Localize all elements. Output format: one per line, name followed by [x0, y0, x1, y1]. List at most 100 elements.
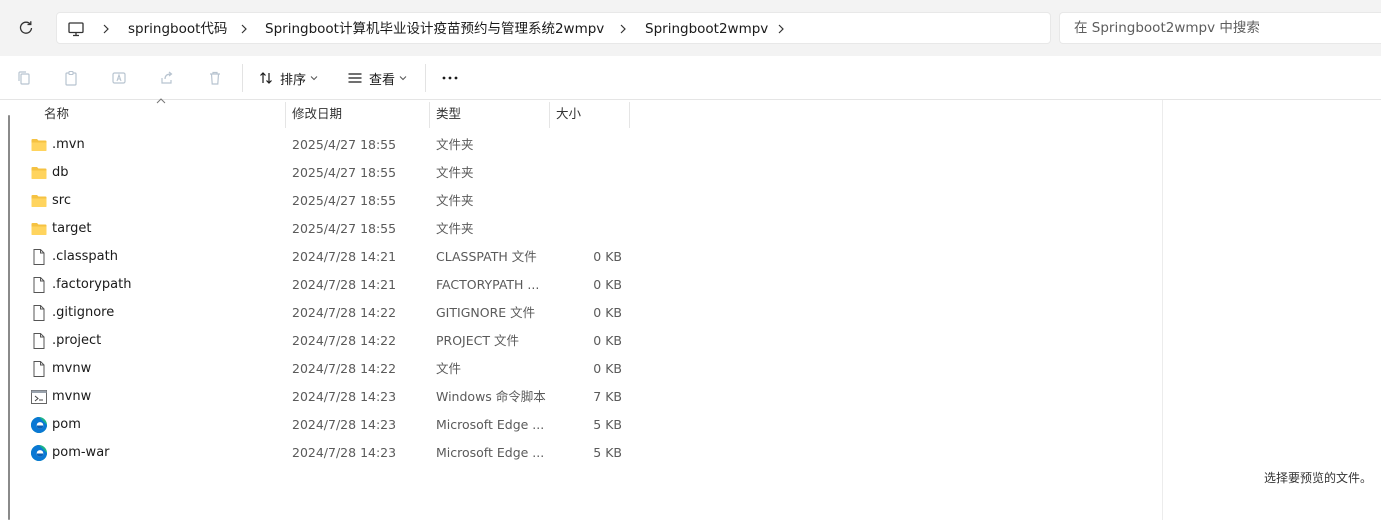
file-size: 5 KB	[593, 445, 622, 460]
edge-icon	[30, 416, 48, 434]
file-date: 2024/7/28 14:21	[292, 277, 397, 292]
sort-button[interactable]: 排序	[258, 66, 318, 90]
file-icon	[30, 332, 48, 350]
file-name: mvnw	[52, 361, 92, 376]
copy-button[interactable]	[14, 68, 34, 88]
file-type: 文件	[436, 361, 462, 376]
file-date: 2024/7/28 14:21	[292, 249, 397, 264]
file-size: 0 KB	[593, 249, 622, 264]
address-bar-area: springboot代码 Springboot计算机毕业设计疫苗预约与管理系统2…	[0, 0, 1381, 56]
computer-icon	[68, 22, 84, 37]
file-row[interactable]: src 2025/4/27 18:55 文件夹	[22, 187, 1142, 215]
file-date: 2024/7/28 14:23	[292, 417, 397, 432]
breadcrumb-item[interactable]: Springboot2wmpv	[645, 13, 768, 45]
paste-button[interactable]	[61, 68, 81, 88]
file-icon	[30, 360, 48, 378]
file-row[interactable]: pom-war 2024/7/28 14:23 Microsoft Edge ...…	[22, 439, 1142, 467]
folder-icon	[30, 192, 48, 210]
share-button[interactable]	[157, 68, 177, 88]
view-list-icon	[348, 73, 362, 83]
file-name: db	[52, 165, 69, 180]
file-size: 0 KB	[593, 305, 622, 320]
file-icon	[30, 248, 48, 266]
file-row[interactable]: mvnw 2024/7/28 14:23 Windows 命令脚本 7 KB	[22, 383, 1142, 411]
file-type: GITIGNORE 文件	[436, 305, 536, 320]
file-row[interactable]: .gitignore 2024/7/28 14:22 GITIGNORE 文件 0 K…	[22, 299, 1142, 327]
breadcrumb-item[interactable]: Springboot计算机毕业设计疫苗预约与管理系统2wmpv	[265, 13, 604, 45]
file-icon	[30, 276, 48, 294]
file-type: 文件夹	[436, 221, 474, 236]
trash-icon	[210, 71, 220, 85]
column-header-name[interactable]: 名称	[44, 100, 69, 128]
toolbar-divider	[242, 64, 243, 92]
folder-icon	[30, 220, 48, 238]
view-label: 查看	[369, 72, 396, 88]
file-name: .classpath	[52, 249, 118, 264]
file-date: 2024/7/28 14:22	[292, 305, 397, 320]
file-name: .project	[52, 333, 102, 348]
file-date: 2024/7/28 14:23	[292, 445, 397, 460]
chevron-right-icon[interactable]	[775, 22, 787, 36]
column-divider[interactable]	[549, 102, 550, 128]
file-size: 0 KB	[593, 361, 622, 376]
more-icon	[442, 76, 458, 80]
chevron-right-icon[interactable]	[238, 22, 250, 36]
file-date: 2025/4/27 18:55	[292, 193, 397, 208]
file-date: 2024/7/28 14:22	[292, 361, 397, 376]
view-button[interactable]: 查看	[347, 66, 407, 90]
search-placeholder: 在 Springboot2wmpv 中搜索	[1074, 20, 1260, 36]
file-type: Windows 命令脚本	[436, 389, 546, 404]
file-type: Microsoft Edge ...	[436, 445, 545, 460]
more-options-button[interactable]	[440, 68, 460, 88]
command-bar: 排序 查看	[0, 56, 1381, 100]
file-row[interactable]: target 2025/4/27 18:55 文件夹	[22, 215, 1142, 243]
file-type: FACTORYPATH ...	[436, 277, 540, 292]
file-name: pom-war	[52, 445, 110, 460]
folder-icon	[30, 164, 48, 182]
toolbar-divider	[425, 64, 426, 92]
file-row[interactable]: db 2025/4/27 18:55 文件夹	[22, 159, 1142, 187]
sort-label: 排序	[280, 72, 307, 88]
file-name: src	[52, 193, 71, 208]
script-icon	[30, 388, 48, 406]
file-row[interactable]: .project 2024/7/28 14:22 PROJECT 文件 0 KB	[22, 327, 1142, 355]
file-icon	[30, 304, 48, 322]
column-divider[interactable]	[285, 102, 286, 128]
file-size: 0 KB	[593, 333, 622, 348]
column-header-size[interactable]: 大小	[556, 100, 581, 128]
file-size: 5 KB	[593, 417, 622, 432]
file-name: target	[52, 221, 92, 236]
column-divider[interactable]	[429, 102, 430, 128]
column-header-type[interactable]: 类型	[436, 100, 461, 128]
search-input[interactable]: 在 Springboot2wmpv 中搜索	[1059, 12, 1381, 44]
file-row[interactable]: .mvn 2025/4/27 18:55 文件夹	[22, 131, 1142, 159]
copy-icon	[18, 71, 30, 85]
file-row[interactable]: .factorypath 2024/7/28 14:21 FACTORYPATH .…	[22, 271, 1142, 299]
rename-icon	[112, 72, 126, 84]
clipboard-icon	[65, 70, 77, 86]
file-row[interactable]: .classpath 2024/7/28 14:21 CLASSPATH 文件 0 K…	[22, 243, 1142, 271]
file-type: CLASSPATH 文件	[436, 249, 537, 264]
edge-icon	[30, 444, 48, 462]
chevron-right-icon[interactable]	[617, 22, 629, 36]
file-type: Microsoft Edge ...	[436, 417, 545, 432]
chevron-down-icon	[310, 76, 318, 81]
file-type: 文件夹	[436, 165, 474, 180]
share-icon	[161, 71, 173, 84]
delete-button[interactable]	[205, 68, 225, 88]
file-name: .gitignore	[52, 305, 115, 320]
address-bar[interactable]: springboot代码 Springboot计算机毕业设计疫苗预约与管理系统2…	[56, 12, 1051, 44]
column-divider[interactable]	[629, 102, 630, 128]
refresh-button[interactable]	[13, 15, 39, 41]
file-name: .factorypath	[52, 277, 132, 292]
file-name: mvnw	[52, 389, 92, 404]
breadcrumb-item[interactable]: springboot代码	[128, 13, 227, 45]
sort-ascending-icon	[156, 98, 166, 104]
file-type: 文件夹	[436, 193, 474, 208]
file-row[interactable]: mvnw 2024/7/28 14:22 文件 0 KB	[22, 355, 1142, 383]
file-row[interactable]: pom 2024/7/28 14:23 Microsoft Edge ... 5 KB	[22, 411, 1142, 439]
chevron-right-icon[interactable]	[100, 22, 112, 36]
refresh-icon	[19, 21, 33, 34]
column-header-date[interactable]: 修改日期	[292, 100, 342, 128]
rename-button[interactable]	[109, 68, 129, 88]
